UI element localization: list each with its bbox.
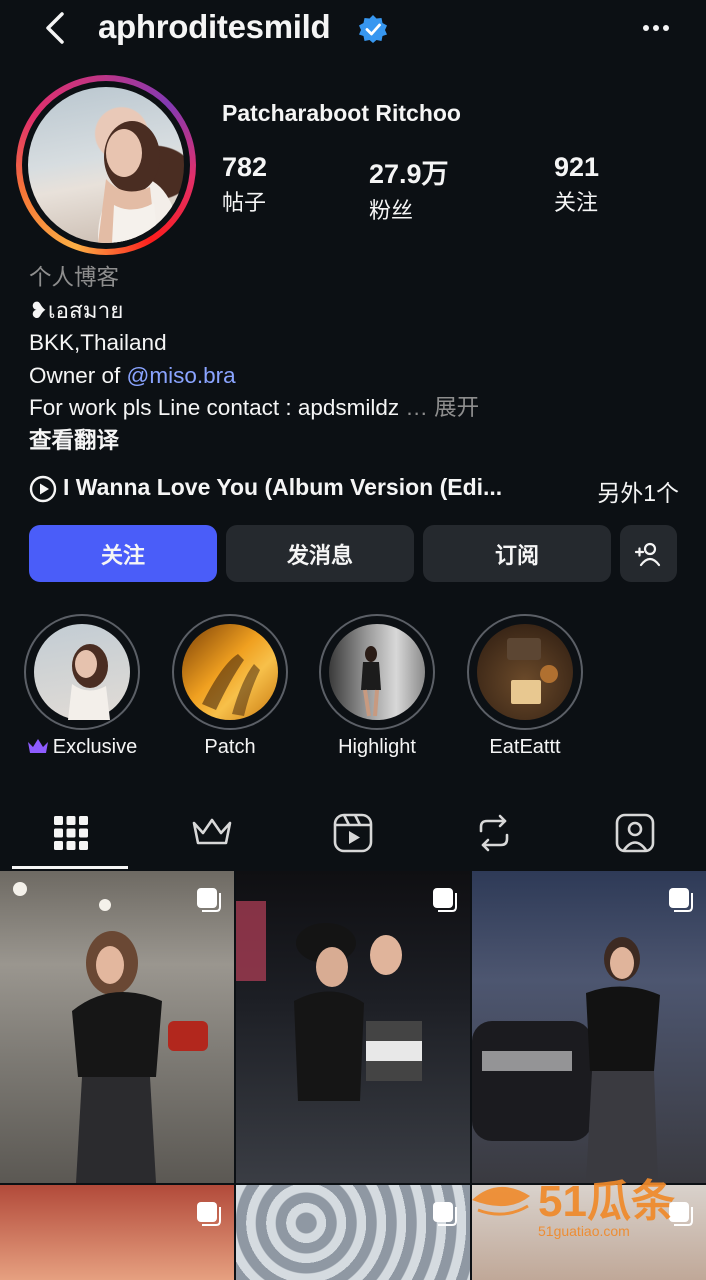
highlight-cover bbox=[182, 624, 278, 720]
repost-icon bbox=[479, 814, 508, 852]
stat-posts[interactable]: 782 帖子 bbox=[222, 152, 267, 217]
avatar-photo bbox=[98, 121, 178, 243]
verified-badge-icon bbox=[359, 15, 387, 43]
highlight-cover bbox=[329, 624, 425, 720]
bio-line-owner: Owner of @miso.bra bbox=[29, 360, 479, 393]
music-title: I Wanna Love You (Album Version (Edi... bbox=[63, 474, 503, 500]
watermark-url: 51guatiao.com bbox=[538, 1223, 630, 1239]
watermark-text: 51瓜条 bbox=[538, 1177, 675, 1226]
see-translation-link[interactable]: 查看翻译 bbox=[29, 425, 479, 458]
add-user-icon bbox=[634, 542, 660, 566]
post-thumbnail[interactable] bbox=[472, 871, 706, 1183]
highlight-exclusive[interactable]: Exclusive bbox=[24, 614, 140, 758]
message-button[interactable]: 发消息 bbox=[226, 525, 414, 582]
story-ring-avatar[interactable] bbox=[16, 75, 196, 255]
tagged-user-icon bbox=[615, 813, 654, 853]
more-horizontal-icon[interactable] bbox=[638, 18, 674, 38]
top-bar: aphroditesmild bbox=[0, 0, 706, 58]
bio-mention-link[interactable]: @miso.bra bbox=[127, 363, 236, 388]
tab-tagged[interactable] bbox=[564, 800, 705, 866]
stat-following-value: 921 bbox=[554, 152, 600, 182]
highlight-ring bbox=[467, 614, 583, 730]
chevron-left-icon[interactable] bbox=[38, 10, 74, 46]
post-thumbnail[interactable] bbox=[0, 871, 234, 1183]
post-thumbnail[interactable] bbox=[236, 871, 470, 1183]
bio-line-contact: For work pls Line contact : apdsmildz … … bbox=[29, 392, 479, 425]
multi-post-icon bbox=[433, 1202, 457, 1226]
bio-ellipsis: … bbox=[399, 395, 435, 420]
watermark-logo: 51瓜条 51guatiao.com bbox=[472, 1177, 675, 1239]
multi-post-icon bbox=[197, 888, 221, 912]
highlight-ring bbox=[172, 614, 288, 730]
tab-reels[interactable] bbox=[282, 800, 423, 866]
stat-followers-label: 粉丝 bbox=[369, 198, 414, 223]
highlight-patch[interactable]: Patch bbox=[172, 614, 288, 758]
profile-username: aphroditesmild bbox=[98, 8, 331, 45]
highlight-cover bbox=[477, 624, 573, 720]
reels-icon bbox=[333, 813, 372, 853]
post-photo bbox=[472, 937, 660, 1183]
stat-posts-value: 782 bbox=[222, 152, 268, 182]
bio-line-name: ❥เอสมาย bbox=[29, 297, 124, 323]
tab-subscriber[interactable] bbox=[141, 800, 282, 866]
site-watermark: 51瓜条 51guatiao.com bbox=[468, 1170, 698, 1240]
post-photo bbox=[236, 901, 422, 1101]
highlight-ring bbox=[319, 614, 435, 730]
subscribe-button[interactable]: 订阅 bbox=[423, 525, 611, 582]
crown-outline-icon bbox=[192, 818, 231, 845]
bio-owner-prefix: Owner of bbox=[29, 362, 127, 388]
stat-followers-value: 27.9万 bbox=[369, 159, 449, 189]
profile-full-name: Patcharaboot Ritchoo bbox=[222, 100, 461, 126]
stat-followers[interactable]: 27.9万 粉丝 bbox=[369, 152, 449, 225]
suggest-users-button[interactable] bbox=[620, 525, 677, 582]
profile-music-row[interactable]: I Wanna Love You (Album Version (Edi... … bbox=[29, 473, 679, 508]
highlight-cover-photo bbox=[68, 644, 110, 720]
stat-following-label: 关注 bbox=[554, 190, 599, 215]
bio-line-location: BKK,Thailand bbox=[29, 330, 167, 355]
highlight-cover-photo bbox=[361, 646, 381, 717]
post-thumbnail[interactable] bbox=[0, 1185, 234, 1280]
tab-reposts[interactable] bbox=[423, 800, 564, 866]
bio-expand-link[interactable]: 展开 bbox=[434, 395, 479, 420]
highlight-label: EatEattt bbox=[489, 736, 561, 758]
avatar bbox=[28, 87, 184, 243]
profile-bio: 个人博客 ❥เอสมาย BKK,Thailand Owner of @miso… bbox=[29, 262, 479, 457]
tab-grid[interactable] bbox=[0, 800, 141, 866]
highlight-cover-photo bbox=[507, 638, 558, 704]
follow-button[interactable]: 关注 bbox=[29, 525, 217, 582]
active-tab-indicator bbox=[12, 866, 128, 869]
bio-category: 个人博客 bbox=[29, 265, 120, 290]
multi-post-icon bbox=[669, 888, 693, 912]
highlight-cover-photo bbox=[202, 654, 260, 716]
multi-post-icon bbox=[433, 888, 457, 912]
crown-icon bbox=[27, 739, 48, 753]
highlight-highlight[interactable]: Highlight bbox=[319, 614, 435, 758]
music-other-count[interactable]: 另外1个 bbox=[597, 474, 679, 508]
highlight-ring bbox=[24, 614, 140, 730]
multi-post-icon bbox=[197, 1202, 221, 1226]
highlight-label: Exclusive bbox=[52, 736, 138, 758]
bio-contact-text: For work pls Line contact : apdsmildz bbox=[29, 395, 400, 420]
play-circle-icon bbox=[29, 475, 57, 503]
highlight-eateattt[interactable]: EatEattt bbox=[467, 614, 583, 758]
stat-following[interactable]: 921 关注 bbox=[554, 152, 599, 217]
post-photo bbox=[13, 882, 208, 1183]
grid-icon bbox=[53, 816, 88, 850]
highlight-cover bbox=[34, 624, 130, 720]
post-thumbnail[interactable] bbox=[236, 1185, 470, 1280]
profile-tabs bbox=[0, 800, 706, 870]
stat-posts-label: 帖子 bbox=[222, 190, 267, 215]
